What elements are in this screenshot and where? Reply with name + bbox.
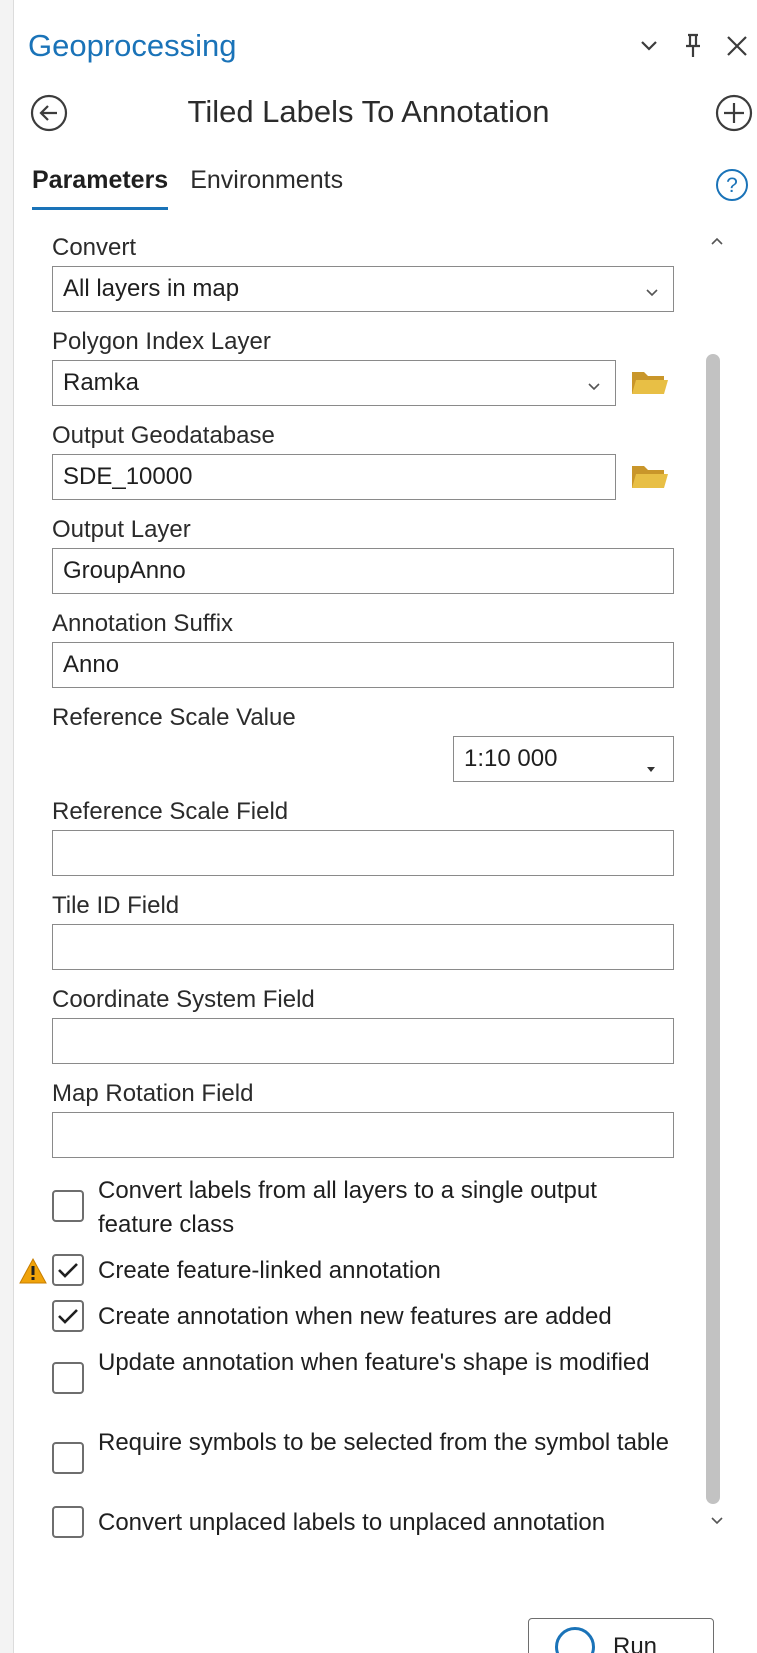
checkbox-update-on-shape[interactable]: Update annotation when feature's shape i… [52,1346,678,1394]
checkbox-unplaced[interactable]: Convert unplaced labels to unplaced anno… [52,1506,678,1540]
title-bar-controls [635,30,751,62]
checkmark-icon [58,1309,78,1324]
checkbox-label: Require symbols to be selected from the … [98,1429,669,1456]
checkbox-box[interactable] [52,1442,84,1474]
checkbox-label: Update annotation when feature's shape i… [98,1349,650,1376]
caret-down-icon [645,753,659,772]
output-gdb-label: Output Geodatabase [52,422,275,449]
coord-sys-field-label: Coordinate System Field [52,986,315,1013]
tool-title: Tiled Labels To Annotation [187,94,550,129]
checkbox-label: Convert unplaced labels to unplaced anno… [98,1509,606,1536]
checkbox-label: Convert labels from all layers to a sing… [98,1177,597,1238]
vertical-scrollbar[interactable] [704,226,730,1550]
convert-label: Convert [52,234,137,261]
map-rotation-field-dropdown[interactable] [52,1112,674,1158]
folder-icon[interactable] [630,368,670,398]
output-layer-input[interactable]: GroupAnno [52,548,674,594]
checkbox-box[interactable] [52,1190,84,1222]
geoprocessing-pane: Geoprocessing Tiled Labels To Annotation [0,0,757,1653]
tab-bar: Parameters Environments [32,166,343,210]
help-icon[interactable]: ? [715,168,749,202]
checkbox-single-output[interactable]: Convert labels from all layers to a sing… [52,1174,678,1242]
ref-scale-value: 1:10 000 [464,745,558,772]
ref-scale-field-dropdown[interactable] [52,830,674,876]
output-layer-label: Output Layer [52,516,191,543]
map-rotation-field-label: Map Rotation Field [52,1080,254,1107]
checkbox-box[interactable] [52,1506,84,1538]
tile-id-field-dropdown[interactable] [52,924,674,970]
warning-icon [18,1257,48,1285]
checkbox-box-checked[interactable] [52,1254,84,1286]
checkbox-box[interactable] [52,1362,84,1394]
scroll-up-icon[interactable] [704,226,730,256]
ref-scale-field-label: Reference Scale Field [52,798,289,825]
convert-dropdown[interactable]: All layers in map [52,266,674,312]
checkmark-icon [58,1263,78,1278]
tool-header: Tiled Labels To Annotation [0,84,757,140]
checkbox-box-checked[interactable] [52,1300,84,1332]
pane-title: Geoprocessing [28,28,237,63]
polygon-index-label: Polygon Index Layer [52,328,271,355]
chevron-down-icon [645,279,659,297]
ref-scale-value-combobox[interactable]: 1:10 000 [453,736,674,782]
scroll-down-icon[interactable] [704,1506,730,1536]
run-button[interactable]: Run [528,1618,714,1653]
checkbox-feature-linked[interactable]: Create feature-linked annotation [52,1254,678,1288]
tile-id-field-label: Tile ID Field [52,892,180,919]
close-icon[interactable] [723,30,751,62]
add-icon[interactable] [713,92,755,134]
checkbox-label: Create annotation when new features are … [98,1303,612,1330]
checkbox-create-on-add[interactable]: Create annotation when new features are … [52,1300,678,1334]
polygon-index-dropdown[interactable]: Ramka [52,360,616,406]
chevron-down-icon [587,373,601,391]
svg-text:?: ? [726,174,738,197]
pin-icon[interactable] [679,30,707,62]
polygon-index-value: Ramka [63,369,140,396]
run-icon [555,1627,595,1653]
output-gdb-input[interactable]: SDE_10000 [52,454,616,500]
tab-environments[interactable]: Environments [190,166,343,210]
coord-sys-field-dropdown[interactable] [52,1018,674,1064]
tab-parameters[interactable]: Parameters [32,166,169,210]
anno-suffix-label: Annotation Suffix [52,610,234,637]
folder-icon[interactable] [630,462,670,492]
ref-scale-value-label: Reference Scale Value [52,704,296,731]
pane-left-border [0,0,14,1653]
anno-suffix-input[interactable]: Anno [52,642,674,688]
checkbox-label: Create feature-linked annotation [98,1257,441,1284]
run-label: Run [613,1633,658,1653]
checkbox-require-symbols[interactable]: Require symbols to be selected from the … [52,1426,678,1474]
chevron-down-icon[interactable] [635,30,663,62]
convert-value: All layers in map [63,275,240,302]
scrollbar-thumb[interactable] [706,354,720,1504]
